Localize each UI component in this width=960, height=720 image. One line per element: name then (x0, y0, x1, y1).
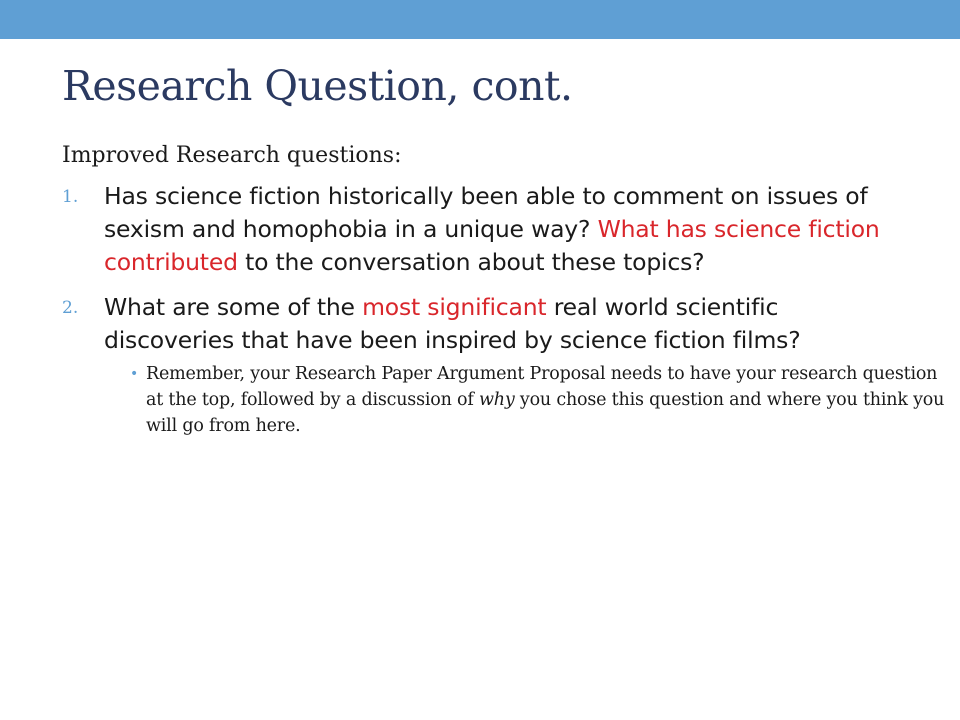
reminder-note: • Remember, your Research Paper Argument… (130, 361, 954, 439)
top-accent-bar (0, 0, 960, 39)
question-text-part: to the conversation about these topics? (237, 248, 705, 276)
question-number: 1. (62, 187, 79, 207)
highlighted-phrase: most significant (362, 293, 547, 321)
question-text-part: What are some of the (104, 293, 363, 321)
question-text: Has science fiction historically been ab… (104, 182, 880, 276)
emphasized-word: why (479, 390, 515, 410)
question-list: 1. Has science fiction historically been… (62, 180, 944, 439)
slide-body: Improved Research questions: 1. Has scie… (62, 140, 944, 451)
bullet-icon: • (130, 366, 139, 382)
reminder-text: Remember, your Research Paper Argument P… (146, 364, 944, 436)
question-number: 2. (62, 298, 79, 318)
question-item-2: 2. What are some of the most significant… (62, 291, 944, 439)
slide-title: Research Question, cont. (62, 62, 573, 110)
intro-text: Improved Research questions: (62, 143, 402, 168)
question-text: What are some of the most significant re… (104, 293, 801, 354)
question-item-1: 1. Has science fiction historically been… (62, 180, 910, 279)
